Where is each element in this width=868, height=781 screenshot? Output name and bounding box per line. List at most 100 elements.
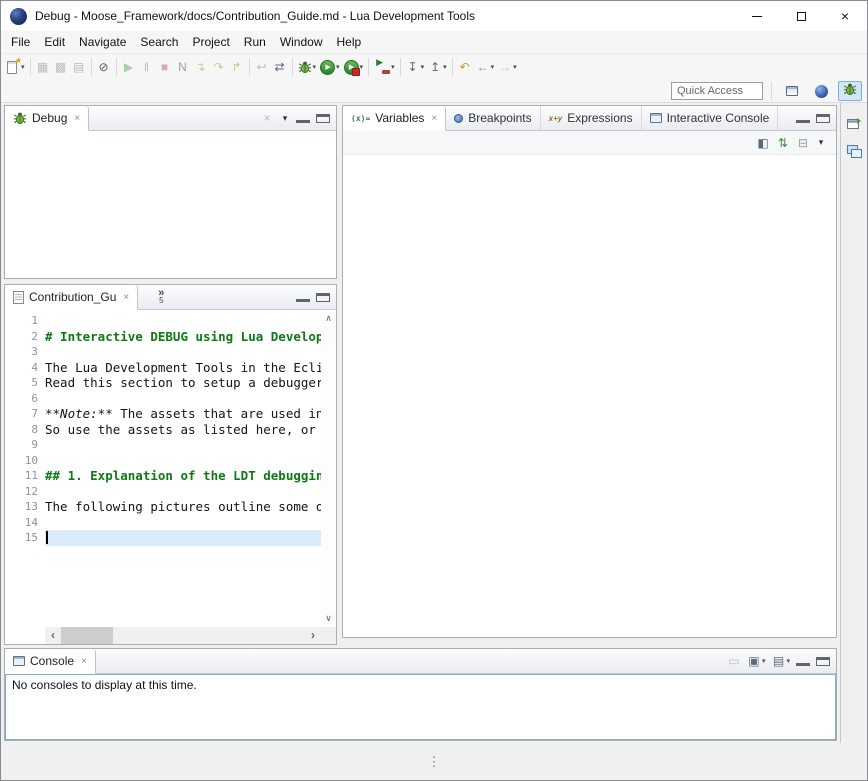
open-console-button[interactable]: ▤▾ [769, 651, 792, 671]
menu-search[interactable]: Search [133, 31, 185, 53]
tab-debug[interactable]: Debug × [5, 106, 89, 131]
editor-line[interactable] [45, 344, 321, 360]
line-number[interactable]: 6 [5, 391, 45, 407]
debug-button[interactable]: ▾ [296, 56, 319, 79]
maximize-button[interactable] [814, 651, 832, 671]
menu-help[interactable]: Help [330, 31, 369, 53]
line-number[interactable]: 10 [5, 453, 45, 469]
line-number[interactable]: 2 [5, 329, 45, 345]
editor-line[interactable]: ## 1. Explanation of the LDT debuggin [45, 468, 321, 484]
view-menu-button[interactable]: ▾ [814, 133, 828, 153]
editor-line[interactable] [45, 515, 321, 531]
back-dropdown-icon[interactable]: ▾ [491, 63, 495, 71]
menu-navigate[interactable]: Navigate [72, 31, 133, 53]
new-button[interactable]: ★▾ [4, 56, 27, 79]
add-new-expression-button[interactable]: ⇅ [774, 133, 792, 153]
scrollbar-thumb[interactable] [61, 627, 113, 644]
line-number[interactable]: 12 [5, 484, 45, 500]
editor-line[interactable]: So use the assets as listed here, or [45, 422, 321, 438]
editor-body[interactable]: 123456789101112131415 # Interactive DEBU… [5, 310, 336, 644]
line-number[interactable]: 7 [5, 406, 45, 422]
editor-line[interactable] [45, 437, 321, 453]
line-number[interactable]: 3 [5, 344, 45, 360]
back-button[interactable]: ←▾ [474, 56, 497, 79]
last-edit-location-button[interactable]: ↶ [456, 56, 474, 79]
app-icon[interactable] [10, 8, 27, 25]
menu-project[interactable]: Project [185, 31, 236, 53]
editor-line[interactable] [45, 530, 321, 546]
editor-line[interactable]: The following pictures outline some o [45, 499, 321, 515]
scrollbar-track[interactable] [61, 627, 305, 644]
forward-dropdown-icon[interactable]: ▾ [513, 63, 517, 71]
vertical-scrollbar[interactable]: ∧ ∨ [321, 310, 336, 627]
scroll-up-icon[interactable]: ∧ [325, 313, 332, 324]
external-tools-dropdown-icon[interactable]: ▾ [391, 63, 395, 71]
open-perspective-button[interactable] [780, 81, 804, 101]
tab-console[interactable]: Console × [5, 649, 96, 674]
menu-window[interactable]: Window [273, 31, 330, 53]
editor-line[interactable]: The Lua Development Tools in the Ecli [45, 360, 321, 376]
line-number[interactable]: 14 [5, 515, 45, 531]
menu-run[interactable]: Run [237, 31, 273, 53]
maximize-button[interactable] [314, 287, 332, 307]
line-number[interactable]: 11 [5, 468, 45, 484]
scroll-down-icon[interactable]: ∨ [325, 613, 332, 624]
skip-all-breakpoints-button[interactable]: ⊘ [95, 56, 113, 79]
external-tools-button[interactable]: ▶▾ [372, 56, 397, 79]
minimize-button[interactable] [794, 651, 812, 671]
close-tab-icon[interactable]: × [431, 113, 437, 124]
open-console-dropdown-icon[interactable]: ▾ [786, 657, 790, 665]
line-number[interactable]: 15 [5, 530, 45, 546]
tab-contribution-guide[interactable]: Contribution_Gu × [5, 285, 138, 310]
close-tab-icon[interactable]: × [74, 113, 80, 124]
editor-line[interactable]: # Interactive DEBUG using Lua Develop [45, 329, 321, 345]
show-logical-structure-button[interactable]: ◧ [754, 133, 772, 153]
maximize-button[interactable] [814, 108, 832, 128]
minimize-button[interactable] [794, 108, 812, 128]
debug-dropdown-icon[interactable]: ▾ [313, 63, 317, 71]
drag-grip[interactable]: ⋮ [428, 754, 441, 770]
next-annotation-button[interactable]: ↧▾ [404, 56, 427, 79]
line-number[interactable]: 9 [5, 437, 45, 453]
debug-perspective-button[interactable] [838, 81, 862, 101]
display-selected-console-button[interactable]: ▣▾ [745, 651, 768, 671]
profile-dropdown-icon[interactable]: ▾ [360, 63, 364, 71]
next-annotation-dropdown-icon[interactable]: ▾ [421, 63, 425, 71]
menu-edit[interactable]: Edit [37, 31, 72, 53]
minimize-button[interactable] [294, 108, 312, 128]
editor-line[interactable]: **Note:** The assets that are used in [45, 406, 321, 422]
scroll-left-icon[interactable]: ‹ [45, 627, 61, 644]
tab-expressions[interactable]: x+yExpressions [541, 106, 642, 130]
editor-line[interactable] [45, 484, 321, 500]
menu-file[interactable]: File [4, 31, 37, 53]
quick-access-input[interactable]: Quick Access [671, 82, 763, 100]
previous-annotation-dropdown-icon[interactable]: ▾ [443, 63, 447, 71]
minimize-button[interactable] [294, 287, 312, 307]
editor-line[interactable] [45, 453, 321, 469]
code-area[interactable]: # Interactive DEBUG using Lua Develop The… [45, 310, 321, 627]
close-window-button[interactable]: × [823, 1, 867, 31]
maximize-window-button[interactable] [779, 1, 823, 31]
horizontal-scrollbar[interactable]: ‹ › [45, 627, 321, 644]
tab-interactive-console[interactable]: Interactive Console [642, 106, 779, 130]
line-number[interactable]: 4 [5, 360, 45, 376]
run-button[interactable]: ▶▾ [318, 56, 342, 79]
close-tab-icon[interactable]: × [81, 656, 87, 667]
display-selected-console-dropdown-icon[interactable]: ▾ [762, 657, 766, 665]
line-number[interactable]: 8 [5, 422, 45, 438]
run-dropdown-icon[interactable]: ▾ [336, 63, 340, 71]
lua-perspective-button[interactable] [809, 81, 833, 101]
line-number[interactable]: 5 [5, 375, 45, 391]
line-number[interactable]: 1 [5, 313, 45, 329]
profile-button[interactable]: ▶▾ [342, 56, 366, 79]
tab-overflow-chevron[interactable]: » 5 [154, 285, 168, 309]
use-step-filters-button[interactable]: ⇄ [271, 56, 289, 79]
tab-breakpoints[interactable]: Breakpoints [446, 106, 540, 130]
line-number[interactable]: 13 [5, 499, 45, 515]
scroll-right-icon[interactable]: › [305, 627, 321, 644]
restore-minimized-view-1-button[interactable] [844, 113, 864, 133]
maximize-button[interactable] [314, 108, 332, 128]
editor-line[interactable] [45, 313, 321, 329]
close-tab-icon[interactable]: × [123, 292, 129, 303]
editor-line[interactable] [45, 391, 321, 407]
